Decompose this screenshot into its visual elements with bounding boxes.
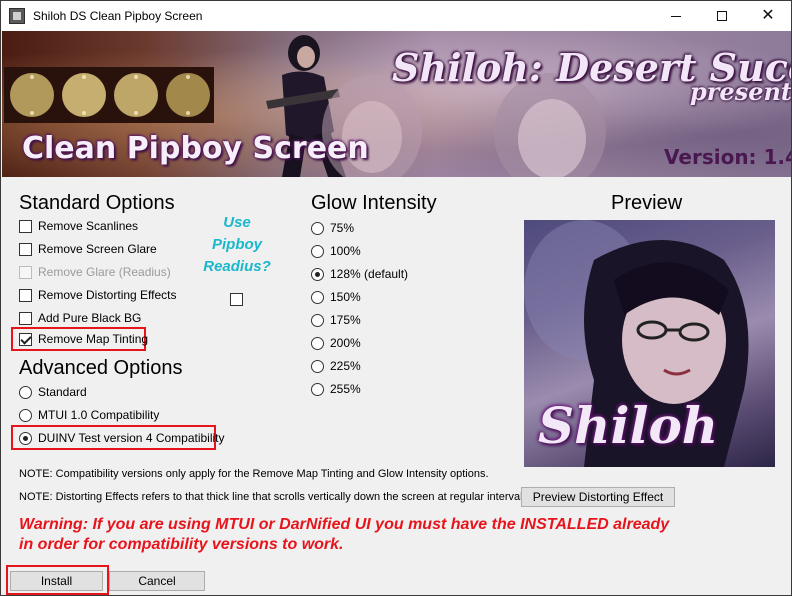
option-remove-scanlines[interactable]: Remove Scanlines <box>19 217 138 235</box>
option-label: Remove Distorting Effects <box>38 288 177 302</box>
advanced-option-standard[interactable]: Standard <box>19 383 87 401</box>
minimize-icon <box>671 15 681 17</box>
close-icon: ✕ <box>761 7 775 24</box>
preview-distorting-effect-button[interactable]: Preview Distorting Effect <box>521 487 675 507</box>
glow-option-150[interactable]: 150% <box>311 288 361 306</box>
readius-line: Pipboy <box>211 236 262 253</box>
window-title: Shiloh DS Clean Pipboy Screen <box>33 9 203 23</box>
advanced-options-heading: Advanced Options <box>19 357 183 379</box>
glow-label: 128% (default) <box>330 267 409 281</box>
glow-100-radio[interactable] <box>311 244 324 258</box>
glow-option-75[interactable]: 75% <box>311 219 354 237</box>
option-label: Remove Screen Glare <box>38 242 157 256</box>
option-add-pure-black-bg[interactable]: Add Pure Black BG <box>19 309 141 327</box>
banner-version: Version: 1.4 <box>664 145 791 169</box>
option-label: MTUI 1.0 Compatibility <box>38 408 160 422</box>
remove-scanlines-checkbox[interactable] <box>19 219 32 233</box>
glow-175-radio[interactable] <box>311 313 324 327</box>
banner-image: Shiloh: Desert Succubus presents Clean P… <box>2 31 791 177</box>
use-pipboy-readius-checkbox[interactable] <box>230 293 243 306</box>
option-label: Standard <box>38 385 87 399</box>
option-label: Remove Map Tinting <box>38 332 149 346</box>
option-label: Add Pure Black BG <box>38 311 142 325</box>
title-bar: Shiloh DS Clean Pipboy Screen ✕ <box>1 1 791 31</box>
standard-options-heading: Standard Options <box>19 192 175 214</box>
app-icon <box>9 8 25 24</box>
glow-intensity-heading: Glow Intensity <box>311 192 437 214</box>
option-label: DUINV Test version 4 Compatibility <box>38 431 225 445</box>
preview-image: Shiloh <box>524 220 775 467</box>
warning-line: Warning: If you are using MTUI or DarNif… <box>19 516 670 533</box>
lucky38-sign-icon <box>4 67 214 123</box>
add-pure-black-bg-checkbox[interactable] <box>19 311 32 325</box>
note-distorting-effects: NOTE: Distorting Effects refers to that … <box>19 491 529 503</box>
minimize-button[interactable] <box>653 1 699 31</box>
option-label: Remove Glare (Readius) <box>38 265 171 279</box>
maximize-icon <box>717 11 727 21</box>
advanced-option-mtui[interactable]: MTUI 1.0 Compatibility <box>19 406 159 424</box>
option-label: Remove Scanlines <box>38 219 139 233</box>
duinv-compatibility-radio[interactable] <box>19 431 32 445</box>
glow-option-225[interactable]: 225% <box>311 357 361 375</box>
option-remove-glare-readius: Remove Glare (Readius) <box>19 263 171 281</box>
option-remove-screen-glare[interactable]: Remove Screen Glare <box>19 240 157 258</box>
glow-label: 255% <box>330 382 361 396</box>
preview-heading: Preview <box>611 192 683 214</box>
remove-glare-readius-checkbox <box>19 265 32 279</box>
standard-radio[interactable] <box>19 385 32 399</box>
remove-map-tinting-checkbox[interactable] <box>19 332 32 346</box>
close-button[interactable]: ✕ <box>745 1 791 31</box>
warning-line: in order for compatibility versions to w… <box>19 536 344 553</box>
glow-255-radio[interactable] <box>311 382 324 396</box>
use-pipboy-readius-label: Use Pipboy Readius? <box>199 212 275 278</box>
glow-option-100[interactable]: 100% <box>311 242 361 260</box>
readius-line: Use <box>223 214 251 231</box>
glow-128-radio[interactable] <box>311 267 324 281</box>
preview-signature: Shiloh <box>538 396 719 455</box>
warning-message: Warning: If you are using MTUI or DarNif… <box>19 515 719 555</box>
maximize-button[interactable] <box>699 1 745 31</box>
option-remove-distorting-effects[interactable]: Remove Distorting Effects <box>19 286 177 304</box>
glow-label: 75% <box>330 221 355 235</box>
glow-option-255[interactable]: 255% <box>311 380 361 398</box>
note-compatibility: NOTE: Compatibility versions only apply … <box>19 468 489 480</box>
glow-label: 175% <box>330 313 361 327</box>
remove-distorting-effects-checkbox[interactable] <box>19 288 32 302</box>
glow-200-radio[interactable] <box>311 336 324 350</box>
advanced-option-duinv[interactable]: DUINV Test version 4 Compatibility <box>19 429 225 447</box>
glow-label: 225% <box>330 359 361 373</box>
glow-label: 200% <box>330 336 361 350</box>
install-button[interactable]: Install <box>10 571 103 591</box>
glow-225-radio[interactable] <box>311 359 324 373</box>
glow-label: 150% <box>330 290 361 304</box>
banner-presents: presents <box>690 77 791 106</box>
glow-75-radio[interactable] <box>311 221 324 235</box>
option-remove-map-tinting[interactable]: Remove Map Tinting <box>19 330 148 348</box>
glow-option-200[interactable]: 200% <box>311 334 361 352</box>
glow-option-128[interactable]: 128% (default) <box>311 265 408 283</box>
glow-150-radio[interactable] <box>311 290 324 304</box>
banner-product-name: Clean Pipboy Screen <box>22 131 369 166</box>
readius-line: Readius? <box>203 258 271 275</box>
mtui-compatibility-radio[interactable] <box>19 408 32 422</box>
glow-label: 100% <box>330 244 361 258</box>
cancel-button[interactable]: Cancel <box>109 571 205 591</box>
glow-option-175[interactable]: 175% <box>311 311 361 329</box>
remove-screen-glare-checkbox[interactable] <box>19 242 32 256</box>
installer-window: Shiloh DS Clean Pipboy Screen ✕ Shiloh: … <box>0 0 792 596</box>
